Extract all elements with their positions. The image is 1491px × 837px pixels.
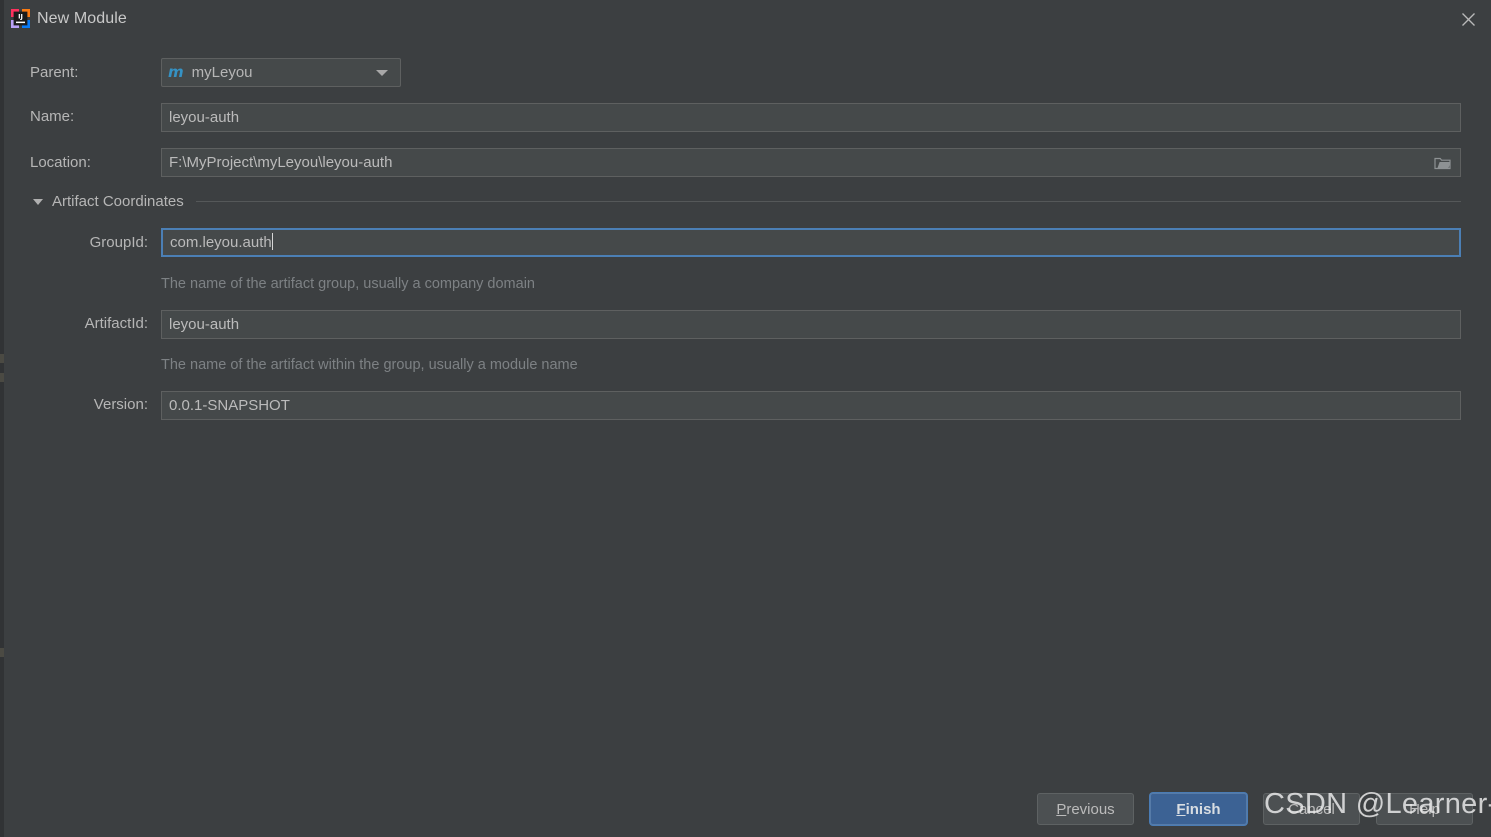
dialog-title: New Module	[37, 10, 127, 27]
dialog-titlebar: IJ New Module	[0, 0, 1491, 38]
parent-combobox[interactable]: m myLeyou	[161, 58, 401, 87]
name-input[interactable]: leyou-auth	[161, 103, 1461, 132]
close-icon[interactable]	[1445, 0, 1491, 38]
finish-button[interactable]: Finish	[1150, 793, 1247, 825]
groupid-input[interactable]: com.leyou.auth	[161, 228, 1461, 257]
gutter-tick	[0, 373, 4, 382]
groupid-label: GroupId:	[89, 234, 148, 251]
window-left-gutter	[0, 0, 4, 837]
parent-selected-value: myLeyou	[191, 64, 253, 81]
artifact-coordinates-section-header[interactable]: Artifact Coordinates	[33, 193, 1461, 210]
intellij-idea-icon: IJ	[10, 8, 31, 29]
previous-button[interactable]: Previous	[1037, 793, 1134, 825]
chevron-down-icon	[376, 69, 388, 76]
previous-button-label: revious	[1066, 800, 1115, 818]
maven-module-icon: m	[168, 63, 184, 81]
version-input[interactable]: 0.0.1-SNAPSHOT	[161, 391, 1461, 420]
artifactid-input[interactable]: leyou-auth	[161, 310, 1461, 339]
name-label: Name:	[30, 108, 75, 125]
folder-icon[interactable]	[1425, 148, 1461, 177]
artifactid-label: ArtifactId:	[84, 315, 148, 332]
gutter-tick	[0, 354, 4, 363]
artifact-coordinates-title: Artifact Coordinates	[52, 193, 184, 210]
triangle-down-icon	[33, 198, 43, 205]
groupid-helper-text: The name of the artifact group, usually …	[161, 276, 535, 292]
parent-label: Parent:	[30, 64, 79, 81]
text-caret	[271, 233, 273, 250]
help-button[interactable]: Help	[1376, 793, 1473, 825]
artifactid-helper-text: The name of the artifact within the grou…	[161, 357, 578, 373]
location-input[interactable]: F:\MyProject\myLeyou\leyou-auth	[161, 148, 1425, 177]
finish-button-label: inish	[1185, 800, 1221, 818]
previous-button-mnemonic: P	[1056, 800, 1067, 818]
section-divider	[195, 201, 1461, 202]
finish-button-mnemonic: F	[1176, 800, 1186, 818]
svg-text:IJ: IJ	[18, 13, 23, 21]
gutter-tick	[0, 648, 4, 657]
groupid-input-value: com.leyou.auth	[170, 234, 272, 251]
location-label: Location:	[30, 154, 91, 171]
cancel-button[interactable]: Cancel	[1263, 793, 1360, 825]
version-label: Version:	[93, 396, 148, 413]
